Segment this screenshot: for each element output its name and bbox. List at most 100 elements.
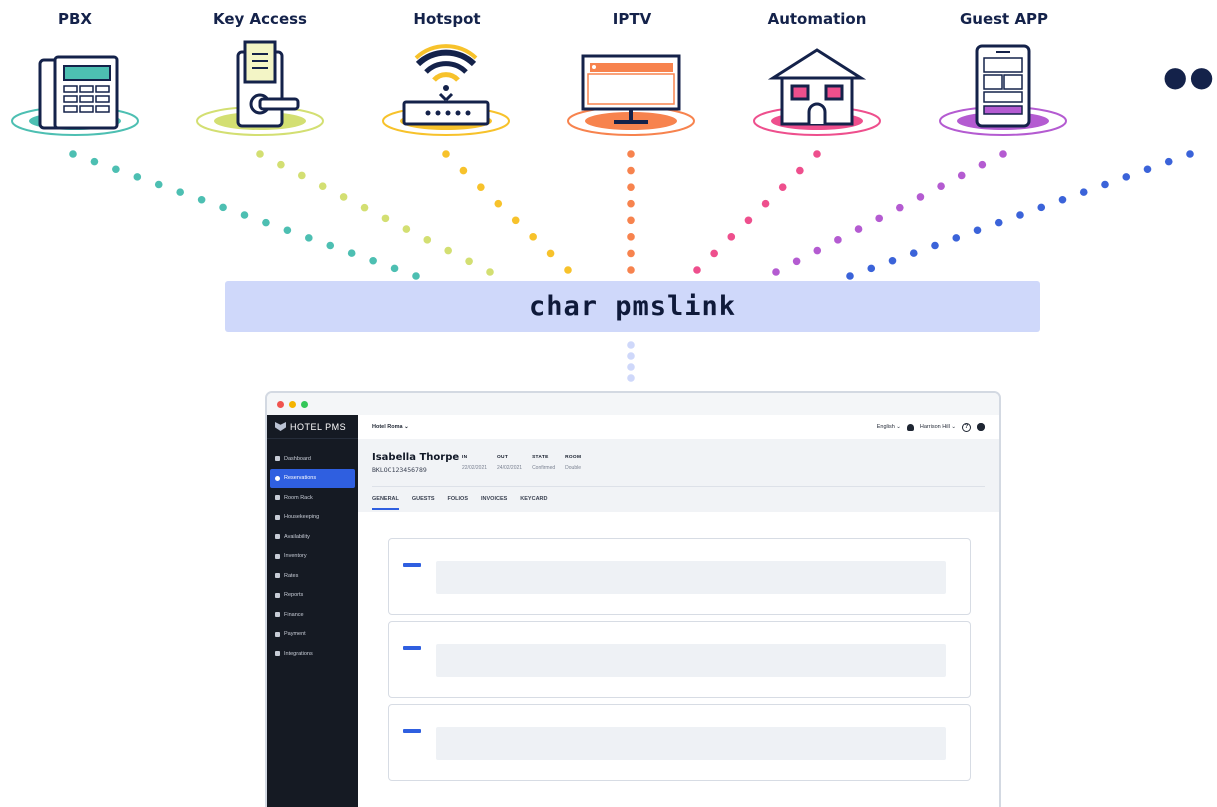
connector-dot [326,241,335,250]
connector-dot [283,226,292,235]
reservation-meta: IN 22/02/2021 OUT 24/02/2021 STATE Confirme… [462,455,581,471]
maximize-dot-icon[interactable] [301,400,308,408]
hotel-selector[interactable]: Hotel Roma ⌄ [372,424,409,430]
sidebar-item-dashboard[interactable]: Dashboard [270,449,355,469]
connector-dot [90,157,99,166]
smartphone-icon [975,44,1031,128]
connector-dot [339,193,348,201]
connector-dot [931,241,939,250]
user-icon [906,423,914,431]
connector-dot [896,203,904,212]
room-value: Double [565,465,581,471]
connector-dot [834,236,842,244]
tab-guests[interactable]: GUESTS [412,496,435,508]
card-accent [403,729,421,733]
dashboard-icon [275,456,280,462]
connector-dot [154,180,163,189]
connector-dot [978,160,987,169]
in-value: 22/02/2021 [462,465,488,471]
sidebar-item-housekeeping[interactable]: Housekeeping [270,508,355,528]
sidebar-item-rates[interactable]: Rates [270,566,355,586]
top-bar-right: English ⌄ Harrison Hill ⌄ ? [877,422,985,432]
connector-dot [796,166,804,175]
connector-dot [444,246,452,255]
tab-folios[interactable]: FOLIOS [448,496,468,508]
tab-keycard[interactable]: KEYCARD [520,496,547,508]
connector-dot [1186,150,1194,158]
help-icon[interactable]: ? [962,422,971,432]
sidebar-item-availability[interactable]: Availability [270,527,355,547]
room-rack-icon [275,495,280,501]
connector-dot [867,264,876,273]
connector-dot [459,166,468,175]
phone-icon [38,55,119,130]
user-menu[interactable]: Harrison Hill ⌄ [920,424,956,430]
card-placeholder [436,644,946,677]
header-divider [372,486,985,487]
connector-dot [529,233,537,241]
brand: HOTEL PMS [267,415,358,439]
connector-dot [112,165,120,174]
sidebar: HOTEL PMS Dashboard Reservations Room Ra… [267,415,358,807]
content-card [388,538,971,615]
reservation-content [358,512,999,807]
connector-dot [693,266,701,274]
connector-dot [792,257,801,266]
in-label: IN [462,455,468,460]
connector-dot [627,183,635,191]
connector-dot [1164,157,1173,166]
connector-dot [916,193,925,201]
connector-dot [952,234,961,242]
connector-dot [888,256,897,265]
connector-dot [1122,173,1131,181]
language-selector[interactable]: English ⌄ [877,424,901,430]
sidebar-item-room-rack[interactable]: Room Rack [270,488,355,508]
connector-dot [813,246,822,255]
state-value: Confirmed [532,465,556,471]
reservation-tabs: GENERAL GUESTS FOLIOS INVOICES KEYCARD [372,496,548,510]
hub-to-pms-connector [627,341,635,382]
connector-dot [369,256,377,265]
connector-dot [240,211,249,219]
gear-icon[interactable] [977,423,985,431]
connector-dot [973,226,982,235]
out-value: 24/02/2021 [497,465,523,471]
sidebar-item-finance[interactable]: Finance [270,605,355,625]
sidebar-item-payment[interactable]: Payment [270,625,355,645]
tab-general[interactable]: GENERAL [372,496,399,510]
connector-dot [219,203,227,212]
connector-dot [412,272,420,280]
connector-dot [477,183,485,191]
sidebar-item-integrations[interactable]: Integrations [270,644,355,664]
connector-dot [627,216,635,225]
connector-dot [813,150,821,158]
state-label: STATE [532,455,549,460]
close-dot-icon[interactable] [277,400,284,408]
connector-dot [197,195,206,204]
payment-icon [275,631,280,637]
connector-dot [305,234,313,242]
tab-invoices[interactable]: INVOICES [481,496,507,508]
connector-dot [381,214,390,223]
shield-logo-icon [275,422,286,431]
sidebar-item-reservations[interactable]: Reservations [270,468,355,488]
top-bar: Hotel Roma ⌄ English ⌄ Harrison Hill ⌄ ? [358,415,999,439]
connector-dot [875,214,883,223]
connector-dot [546,249,555,258]
connector-dot [627,166,635,175]
connector-dot [486,268,494,276]
tv-icon [581,54,681,124]
connector-dot [318,182,327,190]
connector-dot [772,268,780,276]
connector-dot [909,249,918,257]
brand-name: HOTEL PMS [290,421,347,432]
minimize-dot-icon[interactable] [289,400,296,408]
sidebar-item-reports[interactable]: Reports [270,586,355,606]
connector-dot [442,150,450,158]
sidebar-item-inventory[interactable]: Inventory [270,547,355,567]
integrations-icon [275,651,280,657]
reservations-icon [275,475,280,481]
availability-icon [275,534,280,540]
out-label: OUT [497,455,509,460]
housekeeping-icon [275,514,280,520]
